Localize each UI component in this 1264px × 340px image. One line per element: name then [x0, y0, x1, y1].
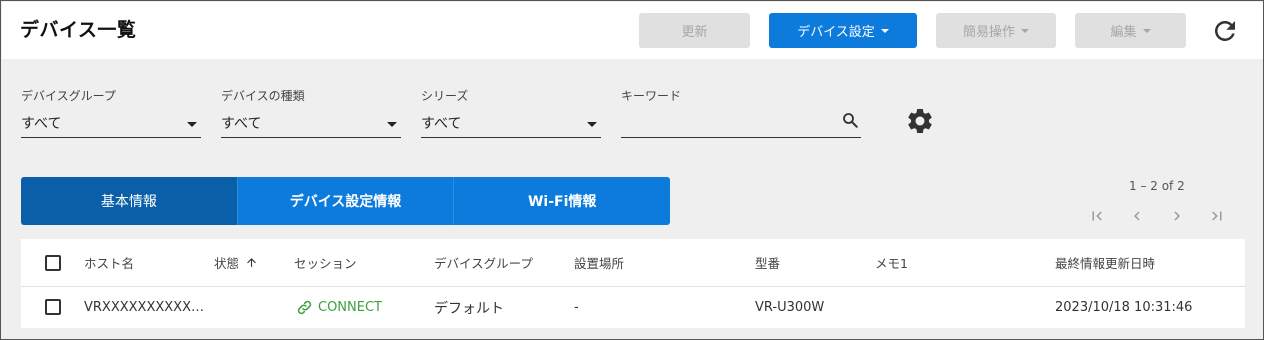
table-header-row: ホスト名 状態 セッション デバイスグループ 設置場所 型番 メモ1 最終情報更…	[21, 239, 1245, 287]
simple-operations-button[interactable]: 簡易操作	[936, 13, 1056, 48]
cell-location: -	[574, 300, 579, 315]
last-page-icon[interactable]	[1205, 204, 1229, 228]
simple-operations-label: 簡易操作	[962, 25, 1015, 40]
column-status-label: 状態	[214, 256, 240, 271]
device-settings-label: デバイス設定	[797, 25, 875, 40]
caret-down-icon	[1142, 28, 1151, 33]
edit-button[interactable]: 編集	[1075, 13, 1186, 48]
keyword-input[interactable]	[621, 109, 861, 138]
column-group[interactable]: デバイスグループ	[434, 239, 533, 286]
tab-wifi-info[interactable]: Wi-Fi情報	[453, 177, 670, 225]
cell-group: デフォルト	[434, 300, 504, 317]
sort-ascending-icon	[247, 258, 256, 267]
column-location[interactable]: 設置場所	[574, 239, 624, 286]
dropdown-arrow-icon	[587, 122, 597, 127]
column-updated[interactable]: 最終情報更新日時	[1055, 239, 1155, 286]
device-type-filter[interactable]: デバイスの種類 すべて	[221, 87, 401, 138]
device-type-value: すべて	[221, 116, 262, 132]
device-settings-button[interactable]: デバイス設定	[769, 13, 917, 48]
caret-down-icon	[880, 28, 889, 33]
series-filter[interactable]: シリーズ すべて	[421, 87, 601, 138]
series-select[interactable]: すべて	[421, 109, 601, 138]
series-label: シリーズ	[421, 89, 469, 103]
refresh-button[interactable]: 更新	[639, 13, 750, 48]
device-table: ホスト名 状態 セッション デバイスグループ 設置場所 型番 メモ1 最終情報更…	[21, 239, 1245, 328]
column-memo[interactable]: メモ1	[875, 239, 908, 286]
device-group-filter[interactable]: デバイスグループ すべて	[21, 87, 201, 138]
row-checkbox[interactable]	[45, 299, 61, 315]
next-page-icon[interactable]	[1165, 204, 1189, 228]
cell-model: VR-U300W	[755, 300, 825, 315]
refresh-button-label: 更新	[681, 25, 708, 40]
first-page-icon[interactable]	[1085, 204, 1109, 228]
cell-session[interactable]: CONNECT	[296, 287, 382, 328]
column-status[interactable]: 状態	[214, 239, 258, 286]
dropdown-arrow-icon	[187, 122, 197, 127]
info-tabs: 基本情報 デバイス設定情報 Wi-Fi情報	[21, 177, 670, 225]
prev-page-icon[interactable]	[1125, 204, 1149, 228]
select-all-checkbox[interactable]	[45, 255, 61, 271]
device-group-label: デバイスグループ	[21, 89, 116, 103]
session-status: CONNECT	[318, 300, 382, 315]
page-title: デバイス一覧	[20, 19, 137, 41]
series-value: すべて	[421, 116, 462, 132]
gear-icon[interactable]	[905, 106, 935, 136]
cell-updated: 2023/10/18 10:31:46	[1055, 300, 1193, 315]
app-window: デバイス一覧 更新 デバイス設定 簡易操作 編集 デバイスグループ すべて デバ…	[0, 0, 1264, 340]
column-session[interactable]: セッション	[294, 239, 357, 286]
keyword-label: キーワード	[621, 89, 682, 103]
column-host[interactable]: ホスト名	[84, 239, 134, 286]
search-icon[interactable]	[841, 111, 859, 129]
edit-button-label: 編集	[1110, 25, 1137, 40]
device-type-label: デバイスの種類	[221, 89, 305, 103]
device-type-select[interactable]: すべて	[221, 109, 401, 138]
device-group-value: すべて	[21, 116, 62, 132]
dropdown-arrow-icon	[387, 122, 397, 127]
tab-device-settings-info[interactable]: デバイス設定情報	[236, 177, 454, 225]
pagination-range: 1 – 2 of 2	[1129, 179, 1185, 193]
cell-host: VRXXXXXXXXXXX…	[84, 287, 204, 328]
reload-icon[interactable]	[1210, 16, 1240, 46]
page-header: デバイス一覧 更新 デバイス設定 簡易操作 編集	[2, 2, 1263, 59]
table-row[interactable]: VRXXXXXXXXXXX… CONNECT デフォルト - VR-U300W …	[21, 287, 1245, 328]
column-model[interactable]: 型番	[755, 239, 780, 286]
host-name: VRXXXXXXXXXXX…	[84, 300, 204, 315]
device-group-select[interactable]: すべて	[21, 109, 201, 138]
tab-basic-info[interactable]: 基本情報	[21, 177, 237, 225]
caret-down-icon	[1021, 28, 1029, 33]
link-icon	[297, 300, 312, 315]
keyword-filter[interactable]: キーワード	[621, 87, 861, 138]
